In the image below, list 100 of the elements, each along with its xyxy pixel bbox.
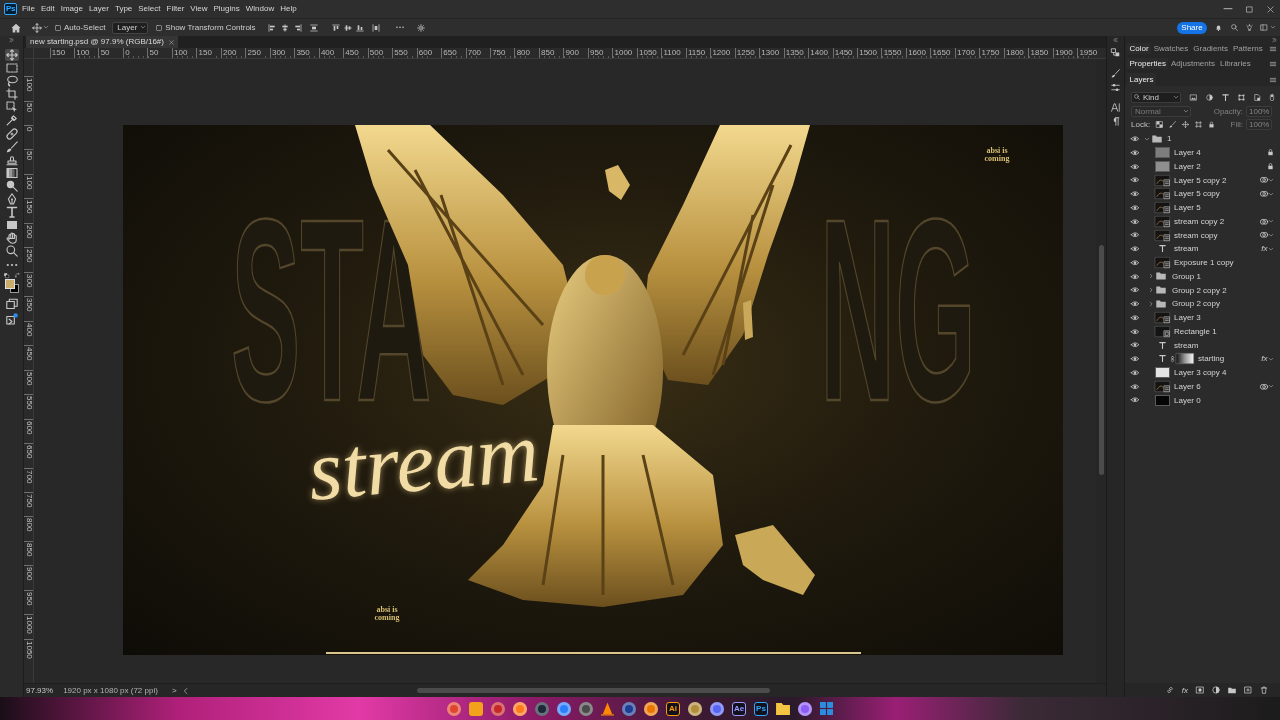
bandage-icon[interactable] xyxy=(4,127,19,140)
layer-row[interactable]: Layer 3 copy 4 xyxy=(1125,365,1280,380)
overlapping-circles-icon[interactable] xyxy=(1259,177,1268,183)
document-icon[interactable] xyxy=(1254,93,1261,101)
dashed-rectangle-icon[interactable] xyxy=(4,62,19,75)
round-app-icon[interactable] xyxy=(644,701,658,716)
scrollbar-thumb[interactable] xyxy=(1098,245,1104,475)
minimize-icon[interactable] xyxy=(1224,8,1232,10)
half-circle-icon[interactable] xyxy=(1212,686,1220,694)
brush-icon[interactable] xyxy=(1111,69,1120,78)
layer-row[interactable]: Layer 4 xyxy=(1125,145,1280,160)
dashed-square-arrow-icon[interactable] xyxy=(4,101,19,114)
layer-row[interactable]: Rectangle 1 xyxy=(1125,324,1280,339)
eye-icon[interactable] xyxy=(1131,246,1139,252)
close-icon[interactable] xyxy=(168,39,174,45)
round-app-icon[interactable] xyxy=(622,701,636,716)
effects-toggle[interactable]: fx xyxy=(1261,354,1268,364)
foreground-swatch-icon[interactable] xyxy=(4,278,15,289)
layer-row[interactable]: 1 xyxy=(1125,132,1280,146)
caret-icon[interactable] xyxy=(1269,192,1273,196)
menu-item[interactable]: View xyxy=(187,4,211,14)
frame-icon[interactable] xyxy=(1195,120,1203,128)
trash-icon[interactable] xyxy=(1260,686,1268,694)
layer-row[interactable]: Layer 0 xyxy=(1125,393,1280,407)
folder-icon[interactable] xyxy=(1228,686,1236,694)
kind-filter-dropdown[interactable]: Kind xyxy=(1131,91,1181,103)
eye-icon[interactable] xyxy=(1131,163,1139,170)
square-app-icon[interactable] xyxy=(469,701,483,716)
menu-item[interactable]: Select xyxy=(135,4,164,14)
layer-row[interactable]: stream fx xyxy=(1125,242,1280,256)
swap-arrow-icon[interactable] xyxy=(14,272,20,278)
status-menu-button[interactable]: > xyxy=(171,686,177,695)
lightbulb-icon[interactable] xyxy=(1246,24,1253,31)
menu-icon[interactable] xyxy=(1270,46,1276,51)
brush-icon[interactable] xyxy=(4,140,19,153)
ellipsis-icon[interactable] xyxy=(395,26,404,29)
plus-square-icon[interactable] xyxy=(1244,686,1252,694)
eye-icon[interactable] xyxy=(1131,383,1139,390)
caret-icon[interactable] xyxy=(1269,178,1273,182)
distribute-vertical-icon[interactable] xyxy=(371,23,380,32)
lollipop-icon[interactable] xyxy=(4,179,19,192)
align-center-icon[interactable] xyxy=(280,23,289,32)
layer-row[interactable]: stream copy xyxy=(1125,228,1280,242)
app-button[interactable]: Ai xyxy=(666,701,680,716)
caret-icon[interactable] xyxy=(1269,385,1273,388)
lasso-icon[interactable] xyxy=(4,75,19,88)
caret-icon[interactable] xyxy=(1150,301,1153,306)
layer-row[interactable]: stream xyxy=(1125,338,1280,352)
layer-row[interactable]: stream copy 2 xyxy=(1125,214,1280,229)
overlapping-circles-icon[interactable] xyxy=(1259,191,1268,197)
app-button[interactable]: Ps xyxy=(754,701,768,716)
layer-row[interactable]: Exposure 1 copy xyxy=(1125,255,1280,270)
menu-item[interactable]: Help xyxy=(277,4,300,14)
eye-icon[interactable] xyxy=(1131,191,1139,197)
eye-icon[interactable] xyxy=(1131,204,1139,211)
align-left-icon[interactable] xyxy=(267,23,276,32)
caret-icon[interactable] xyxy=(44,26,48,29)
menu-item[interactable]: Layer xyxy=(85,4,112,14)
panel-tab[interactable]: Color xyxy=(1127,43,1152,54)
eye-icon[interactable] xyxy=(1131,314,1139,321)
layer-row[interactable]: Layer 5 xyxy=(1125,200,1280,215)
frame-dot-icon[interactable] xyxy=(4,312,19,325)
align-right-icon[interactable] xyxy=(293,23,302,32)
menu-item[interactable]: File xyxy=(19,4,38,14)
brush-icon[interactable] xyxy=(1169,120,1177,128)
four-way-arrow-icon[interactable] xyxy=(1182,120,1190,128)
rectangle-icon[interactable] xyxy=(4,219,19,232)
app-button[interactable]: Ae xyxy=(732,701,746,716)
checkbox[interactable] xyxy=(156,24,163,31)
menu-item[interactable]: Window xyxy=(242,4,278,14)
align-bottom-icon[interactable] xyxy=(355,23,364,32)
effects-button[interactable]: fx xyxy=(1181,685,1188,695)
distribute-icon[interactable] xyxy=(309,23,318,32)
round-app-icon[interactable] xyxy=(513,701,527,716)
effects-toggle[interactable]: fx xyxy=(1261,244,1268,254)
round-app-icon[interactable] xyxy=(710,701,724,716)
type-icon[interactable] xyxy=(1222,93,1229,101)
panel-tab[interactable]: Adjustments xyxy=(1168,58,1218,69)
stamp-icon[interactable] xyxy=(4,153,19,166)
target-dropdown[interactable]: Layer xyxy=(112,21,149,34)
padlock-icon[interactable] xyxy=(1208,120,1216,128)
layer-row[interactable]: Group 2 copy xyxy=(1125,297,1280,311)
circle-in-square-icon[interactable] xyxy=(1196,686,1204,694)
padlock-icon[interactable] xyxy=(1268,149,1273,156)
checkbox[interactable] xyxy=(55,24,61,31)
maximize-icon[interactable] xyxy=(1246,5,1253,13)
caret-icon[interactable] xyxy=(1144,137,1149,141)
layer-row[interactable]: Layer 5 copy 2 xyxy=(1125,173,1280,187)
round-app-icon[interactable] xyxy=(557,701,571,716)
eye-icon[interactable] xyxy=(1131,149,1139,156)
panel-tab[interactable]: Swatches xyxy=(1151,43,1191,54)
panel-tab[interactable]: Properties xyxy=(1127,58,1169,69)
close-icon[interactable] xyxy=(1267,5,1274,13)
menu-item[interactable]: Type xyxy=(111,4,136,14)
eye-icon[interactable] xyxy=(1131,177,1139,183)
eye-icon[interactable] xyxy=(1131,369,1139,376)
four-squares-icon[interactable] xyxy=(820,702,833,715)
caret-icon[interactable] xyxy=(1269,247,1273,251)
eye-icon[interactable] xyxy=(1131,273,1139,280)
home-icon[interactable] xyxy=(11,22,21,33)
